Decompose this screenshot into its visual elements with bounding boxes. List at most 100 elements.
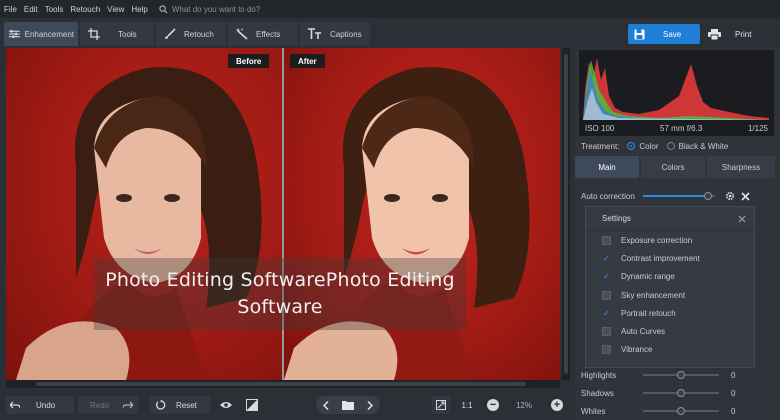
setting-contrast-improvement[interactable]: ✓ Contrast improvement: [586, 249, 754, 267]
search-box[interactable]: What do you want to do?: [159, 5, 260, 14]
black-white-option-label[interactable]: Black & White: [679, 142, 729, 151]
portrait-after-image: [284, 67, 530, 380]
horizontal-scroll-thumb[interactable]: [36, 382, 526, 386]
tab-main[interactable]: Main: [575, 156, 639, 178]
redo-arrow-icon: [123, 401, 134, 409]
shadows-slider[interactable]: [643, 389, 719, 397]
watermark-text: Photo Editing SoftwarePhoto Editing Soft…: [94, 258, 466, 330]
auto-correction-slider[interactable]: [643, 192, 715, 200]
color-option-label[interactable]: Color: [639, 142, 658, 151]
setting-checkbox[interactable]: [602, 327, 611, 337]
after-label: After: [290, 54, 325, 68]
brush-icon: [165, 28, 176, 39]
save-button[interactable]: Save: [628, 24, 700, 44]
exif-iso: ISO 100: [585, 123, 615, 133]
shadows-value: 0: [731, 388, 736, 398]
setting-checkbox[interactable]: [602, 290, 611, 300]
printer-icon: [708, 28, 721, 40]
vertical-scrollbar[interactable]: [562, 48, 570, 380]
tab-captions-label: Captions: [330, 29, 362, 39]
setting-label: Contrast improvement: [621, 253, 700, 263]
highlights-slider[interactable]: [643, 371, 719, 379]
fit-to-screen-button[interactable]: [432, 396, 450, 414]
menu-tools[interactable]: Tools: [45, 5, 64, 14]
tab-retouch[interactable]: Retouch: [156, 22, 226, 46]
zoom-level[interactable]: 12%: [506, 396, 542, 414]
whites-label: Whites: [581, 406, 606, 416]
menu-edit[interactable]: Edit: [24, 5, 38, 14]
undo-arrow-icon: [10, 401, 20, 409]
auto-correction-label: Auto correction: [581, 191, 635, 201]
setting-vibrance[interactable]: Vibrance: [586, 341, 754, 359]
sliders-icon: [8, 29, 20, 39]
whites-slider[interactable]: [643, 407, 719, 415]
shadows-knob[interactable]: [677, 389, 685, 397]
before-label: Before: [228, 54, 270, 68]
minus-icon: −: [487, 399, 499, 411]
before-after-icon: [246, 399, 258, 411]
plus-icon: +: [551, 399, 563, 411]
setting-checkbox[interactable]: ✓: [602, 253, 611, 263]
close-settings-icon[interactable]: [738, 215, 746, 223]
portrait-before-image: [16, 67, 262, 380]
setting-portrait-retouch[interactable]: ✓ Portrait retouch: [586, 304, 754, 322]
setting-exposure-correction[interactable]: Exposure correction: [586, 231, 754, 249]
black-white-radio[interactable]: [666, 142, 675, 150]
setting-sky-enhancement[interactable]: Sky enhancement: [586, 286, 754, 304]
gear-icon[interactable]: [725, 191, 735, 201]
tab-effects[interactable]: Effects: [228, 22, 298, 46]
setting-dynamic-range[interactable]: ✓ Dynamic range: [586, 268, 754, 286]
whites-value: 0: [731, 406, 736, 416]
navigation-group: [316, 396, 380, 414]
setting-checkbox[interactable]: [602, 345, 611, 355]
chevron-right-icon[interactable]: [367, 400, 374, 410]
tab-sharpness[interactable]: Sharpness: [707, 156, 775, 178]
tab-colors[interactable]: Colors: [641, 156, 705, 178]
undo-button[interactable]: Undo: [6, 396, 74, 414]
folder-icon[interactable]: [341, 400, 354, 410]
chevron-left-icon[interactable]: [322, 400, 329, 410]
settings-header: Settings: [586, 207, 754, 231]
setting-checkbox[interactable]: ✓: [602, 271, 611, 281]
color-radio[interactable]: [627, 142, 636, 150]
photo-canvas[interactable]: Before After Photo Editing SoftwarePhoto…: [6, 48, 560, 380]
highlights-knob[interactable]: [677, 371, 685, 379]
menu-file[interactable]: File: [4, 5, 17, 14]
preview-toggle-button[interactable]: [216, 396, 236, 414]
tab-captions[interactable]: Captions: [300, 22, 370, 46]
tab-tools[interactable]: Tools: [80, 22, 154, 46]
undo-label: Undo: [36, 400, 56, 410]
setting-auto-curves[interactable]: Auto Curves: [586, 322, 754, 340]
tab-enhancement[interactable]: Enhancement: [4, 22, 78, 46]
horizontal-scrollbar[interactable]: [6, 380, 560, 388]
highlights-label: Highlights: [581, 370, 617, 380]
vertical-scroll-thumb[interactable]: [564, 54, 568, 374]
whites-row: Whites 0: [581, 402, 776, 420]
setting-label: Vibrance: [621, 345, 653, 355]
auto-correction-row: Auto correction: [581, 188, 776, 204]
redo-button[interactable]: Redo: [78, 396, 138, 414]
zoom-out-button[interactable]: −: [486, 396, 500, 414]
print-button[interactable]: Print: [704, 24, 776, 44]
setting-label: Auto Curves: [621, 327, 666, 337]
close-icon[interactable]: [741, 191, 750, 201]
menu-help[interactable]: Help: [131, 5, 147, 14]
setting-label: Exposure correction: [621, 235, 693, 245]
reset-button[interactable]: Reset: [150, 396, 210, 414]
auto-correction-knob[interactable]: [703, 192, 712, 200]
whites-knob[interactable]: [677, 407, 685, 415]
menu-bar: File Edit Tools Retouch View Help What d…: [0, 0, 780, 18]
main-tabs: Enhancement Tools Retouch Effects Captio…: [4, 22, 372, 48]
crop-icon: [88, 28, 100, 40]
tab-effects-label: Effects: [256, 29, 281, 39]
actual-size-button[interactable]: 1:1: [456, 396, 478, 414]
before-photo: Before: [6, 48, 282, 380]
menu-retouch[interactable]: Retouch: [70, 5, 100, 14]
setting-checkbox[interactable]: [602, 235, 611, 245]
compare-view-button[interactable]: [242, 396, 262, 414]
setting-checkbox[interactable]: ✓: [602, 308, 611, 318]
tab-retouch-label: Retouch: [184, 29, 214, 39]
menu-view[interactable]: View: [107, 5, 124, 14]
print-label: Print: [735, 29, 752, 39]
zoom-in-button[interactable]: +: [550, 396, 564, 414]
